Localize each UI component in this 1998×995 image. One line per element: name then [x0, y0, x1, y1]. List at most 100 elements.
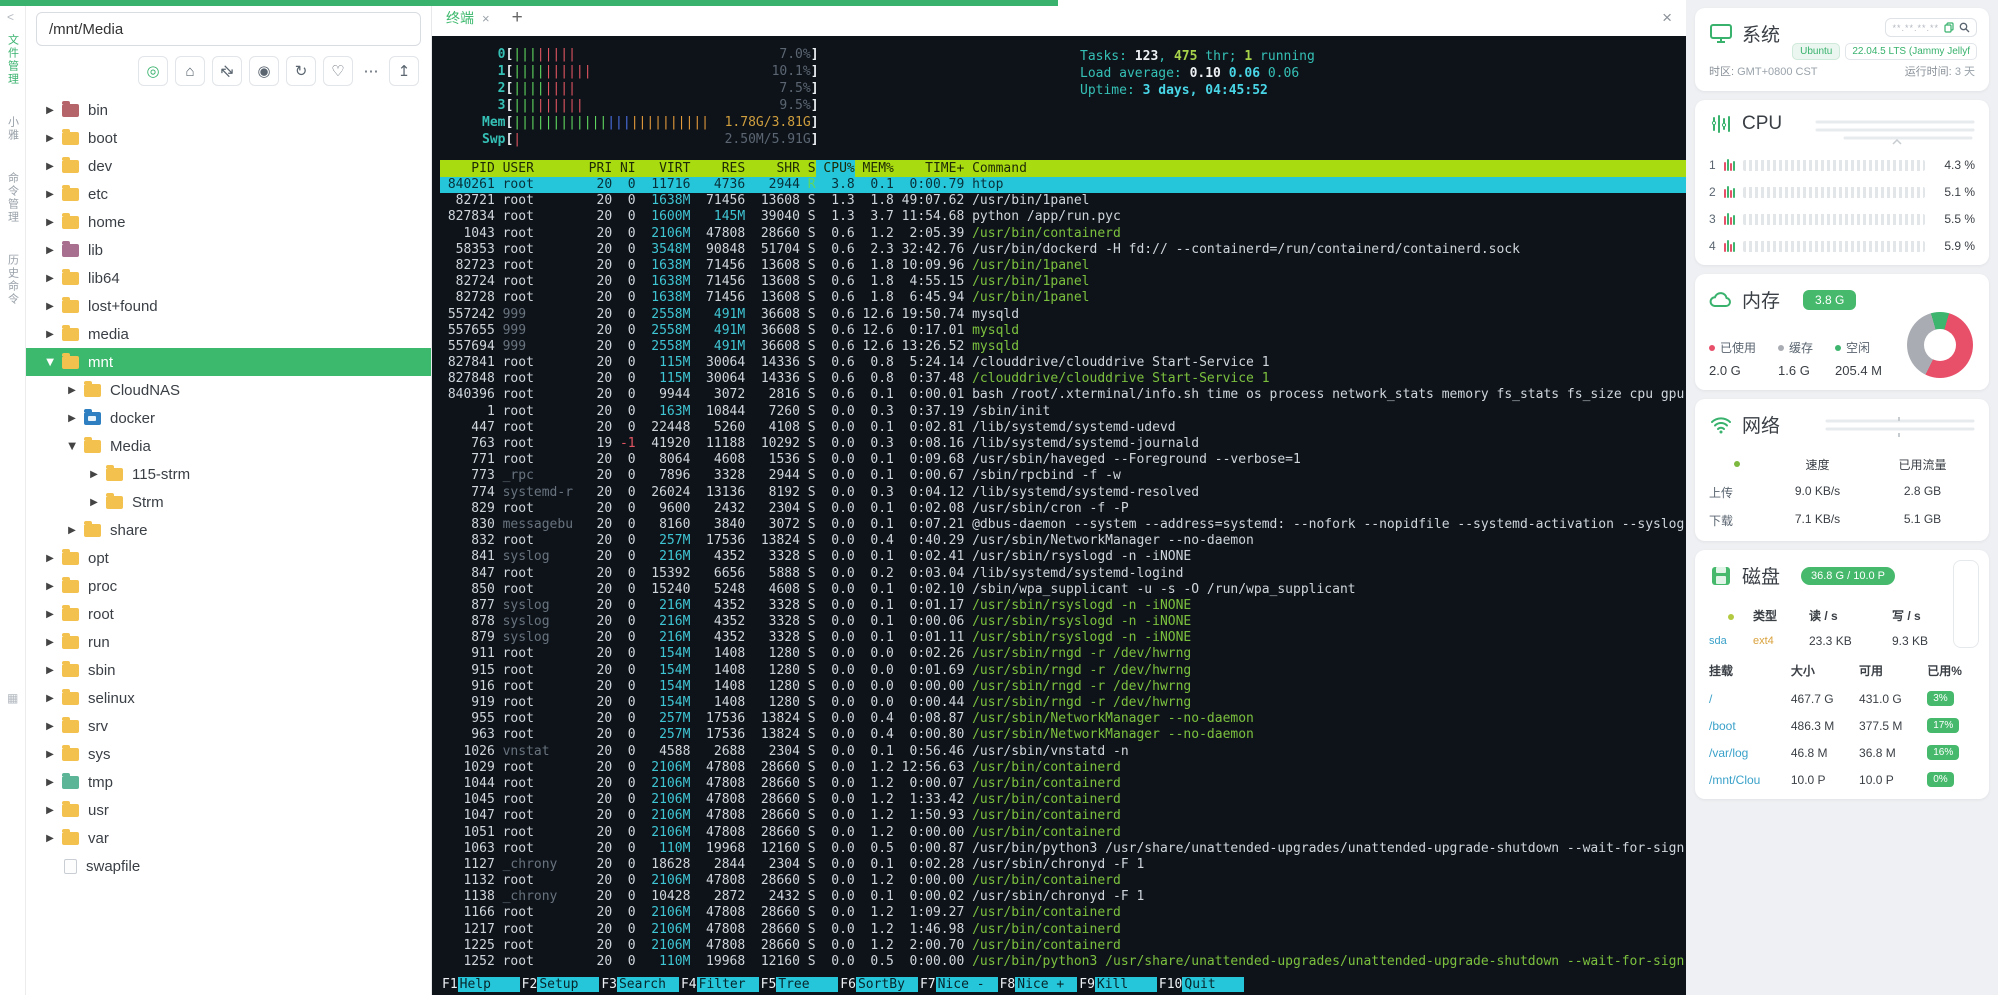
- process-row[interactable]: 1029root2002106M4780828660S0.01.212:56.6…: [440, 760, 1686, 776]
- col-Command[interactable]: Command: [964, 160, 1686, 177]
- process-row[interactable]: 963root200257M1753613824S0.00.40:00.80/u…: [440, 727, 1686, 743]
- rail-grid-icon[interactable]: ▦: [7, 691, 18, 705]
- process-row[interactable]: 840396root200994430722816S0.60.10:00.01b…: [440, 387, 1686, 403]
- disk-scrollbar[interactable]: [1953, 560, 1979, 648]
- rail-tab-item[interactable]: 命令管理: [5, 172, 21, 224]
- process-row[interactable]: 840261root2001171647362944R3.80.10:00.79…: [440, 177, 1686, 193]
- process-row[interactable]: 827841root200115M3006414336S0.60.85:24.1…: [440, 355, 1686, 371]
- upload-icon[interactable]: ↥: [389, 56, 419, 86]
- refresh-icon[interactable]: ↻: [286, 56, 316, 86]
- process-row[interactable]: 955root200257M1753613824S0.00.40:08.87/u…: [440, 711, 1686, 727]
- preview-icon[interactable]: ◉: [249, 56, 279, 86]
- process-row[interactable]: 82723root2001638M7145613608S0.61.810:09.…: [440, 258, 1686, 274]
- process-row[interactable]: 915root200154M14081280S0.00.00:01.69/usr…: [440, 663, 1686, 679]
- tree-item-Strm[interactable]: ▶Strm: [26, 488, 431, 516]
- process-row[interactable]: 1047root2002106M4780828660S0.01.21:50.93…: [440, 808, 1686, 824]
- favorite-icon[interactable]: ♡: [323, 56, 353, 86]
- process-row[interactable]: 841syslog200216M43523328S0.00.10:02.41/u…: [440, 549, 1686, 565]
- caret-icon[interactable]: ▶: [62, 525, 82, 536]
- process-row[interactable]: 1045root2002106M4780828660S0.01.21:33.42…: [440, 792, 1686, 808]
- process-row[interactable]: 1root200163M108447260S0.00.30:37.19/sbin…: [440, 404, 1686, 420]
- caret-icon[interactable]: ▶: [40, 105, 60, 116]
- tree-item-run[interactable]: ▶run: [26, 628, 431, 656]
- process-row[interactable]: 82728root2001638M7145613608S0.61.86:45.9…: [440, 290, 1686, 306]
- col-MEM%[interactable]: MEM%: [855, 160, 894, 177]
- process-row[interactable]: 1132root2002106M4780828660S0.01.20:00.00…: [440, 873, 1686, 889]
- col-TIME+[interactable]: TIME+: [894, 160, 964, 177]
- mount-path[interactable]: /var/log: [1709, 746, 1791, 760]
- terminal-screen[interactable]: 0[||||||||7.0%]1[||||||||||10.1%]2[|||||…: [432, 36, 1686, 995]
- process-row[interactable]: 5572429992002558M491M36608S0.612.619:50.…: [440, 307, 1686, 323]
- tree-item-var[interactable]: ▶var: [26, 824, 431, 852]
- tree-item-mnt[interactable]: ▶mnt: [26, 348, 431, 376]
- caret-icon[interactable]: ▶: [40, 161, 60, 172]
- home-icon[interactable]: ⌂: [175, 56, 205, 86]
- process-row[interactable]: 1026vnstat200458826882304S0.00.10:56.46/…: [440, 744, 1686, 760]
- col-NI[interactable]: NI: [612, 160, 635, 177]
- fn-help[interactable]: F1Help: [440, 977, 520, 992]
- new-tab-button[interactable]: +: [512, 7, 523, 29]
- process-row[interactable]: 877syslog200216M43523328S0.00.10:01.17/u…: [440, 598, 1686, 614]
- process-row[interactable]: 829root200960024322304S0.00.10:02.08/usr…: [440, 501, 1686, 517]
- tab-terminal[interactable]: 终端 ×: [446, 8, 490, 28]
- fn-search[interactable]: F3Search: [599, 977, 679, 992]
- process-row[interactable]: 447root2002244852604108S0.00.10:02.81/li…: [440, 420, 1686, 436]
- process-row[interactable]: 827848root200115M3006414336S0.60.80:37.4…: [440, 371, 1686, 387]
- fn-nice[interactable]: F7Nice -: [918, 977, 998, 992]
- col-CPU%[interactable]: CPU%: [816, 160, 855, 177]
- caret-icon[interactable]: ▶: [40, 273, 60, 284]
- caret-icon[interactable]: ▶: [45, 352, 56, 372]
- tree-item-sys[interactable]: ▶sys: [26, 740, 431, 768]
- tab-close-icon[interactable]: ×: [482, 11, 490, 26]
- process-row[interactable]: 850root2001524052484608S0.00.10:02.10/sb…: [440, 582, 1686, 598]
- mount-path[interactable]: /boot: [1709, 719, 1791, 733]
- caret-icon[interactable]: ▶: [40, 133, 60, 144]
- tree-item-lib64[interactable]: ▶lib64: [26, 264, 431, 292]
- caret-icon[interactable]: ▶: [62, 413, 82, 424]
- tree-item-etc[interactable]: ▶etc: [26, 180, 431, 208]
- col-RES[interactable]: RES: [690, 160, 745, 177]
- caret-icon[interactable]: ▶: [40, 805, 60, 816]
- process-row[interactable]: 911root200154M14081280S0.00.00:02.26/usr…: [440, 646, 1686, 662]
- caret-icon[interactable]: ▶: [84, 469, 104, 480]
- tree-item-usr[interactable]: ▶usr: [26, 796, 431, 824]
- tree-item-lost+found[interactable]: ▶lost+found: [26, 292, 431, 320]
- tree-item-selinux[interactable]: ▶selinux: [26, 684, 431, 712]
- process-row[interactable]: 5576559992002558M491M36608S0.612.60:17.0…: [440, 323, 1686, 339]
- caret-icon[interactable]: ▶: [40, 693, 60, 704]
- process-row[interactable]: 82724root2001638M7145613608S0.61.84:55.1…: [440, 274, 1686, 290]
- rail-collapse-icon[interactable]: <: [7, 10, 14, 24]
- tree-item-boot[interactable]: ▶boot: [26, 124, 431, 152]
- tree-item-media[interactable]: ▶media: [26, 320, 431, 348]
- tree-item-Media[interactable]: ▶Media: [26, 432, 431, 460]
- process-row[interactable]: 58353root2003548M9084851704S0.62.332:42.…: [440, 242, 1686, 258]
- locate-icon[interactable]: ◎: [138, 56, 168, 86]
- server-ip-box[interactable]: **.**.**.**: [1885, 18, 1977, 37]
- process-row[interactable]: 878syslog200216M43523328S0.00.10:00.06/u…: [440, 614, 1686, 630]
- process-row[interactable]: 1044root2002106M4780828660S0.01.20:00.07…: [440, 776, 1686, 792]
- caret-icon[interactable]: ▶: [67, 436, 78, 456]
- col-PID[interactable]: PID: [440, 160, 495, 177]
- col-VIRT[interactable]: VIRT: [636, 160, 691, 177]
- path-input[interactable]: [36, 12, 421, 46]
- col-S[interactable]: S: [800, 160, 816, 177]
- fn-kill[interactable]: F9Kill: [1077, 977, 1157, 992]
- tree-item-share[interactable]: ▶share: [26, 516, 431, 544]
- process-row[interactable]: 5576949992002558M491M36608S0.612.613:26.…: [440, 339, 1686, 355]
- tree-item-docker[interactable]: ▶docker: [26, 404, 431, 432]
- mount-path[interactable]: /: [1709, 692, 1791, 706]
- process-row[interactable]: 1063root200110M1996812160S0.00.50:00.87/…: [440, 841, 1686, 857]
- rail-tab-item[interactable]: 小雅: [5, 116, 21, 142]
- process-row[interactable]: 1217root2002106M4780828660S0.01.21:46.98…: [440, 922, 1686, 938]
- process-row[interactable]: 1252root200110M1996812160S0.00.50:00.00/…: [440, 954, 1686, 970]
- caret-icon[interactable]: ▶: [40, 245, 60, 256]
- fn-tree[interactable]: F5Tree: [759, 977, 839, 992]
- fn-sortby[interactable]: F6SortBy: [838, 977, 918, 992]
- fn-setup[interactable]: F2Setup: [520, 977, 600, 992]
- process-row[interactable]: 1051root2002106M4780828660S0.01.20:00.00…: [440, 825, 1686, 841]
- caret-icon[interactable]: ▶: [40, 581, 60, 592]
- tree-item-115-strm[interactable]: ▶115-strm: [26, 460, 431, 488]
- tree-item-dev[interactable]: ▶dev: [26, 152, 431, 180]
- process-row[interactable]: 763root19-1419201118810292S0.00.30:08.16…: [440, 436, 1686, 452]
- caret-icon[interactable]: ▶: [40, 637, 60, 648]
